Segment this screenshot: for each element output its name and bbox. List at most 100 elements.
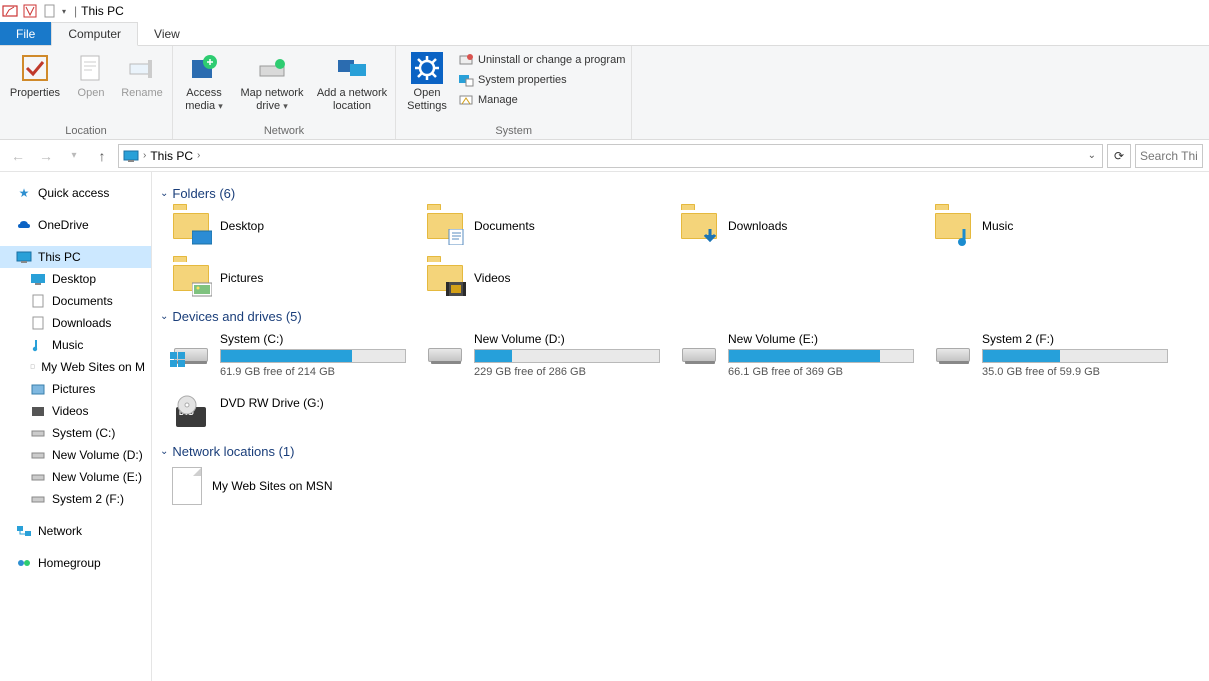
folder-icon xyxy=(426,261,464,295)
ribbon-group-location: Properties Open Rename Location xyxy=(0,46,173,139)
sidebar-item-onedrive[interactable]: OneDrive xyxy=(0,214,151,236)
add-location-button[interactable]: Add a network location xyxy=(315,48,389,113)
sidebar-item[interactable]: Documents xyxy=(0,290,151,312)
media-icon xyxy=(188,52,220,84)
folder-item[interactable]: Videos xyxy=(426,261,676,295)
map-drive-button[interactable]: Map network drive ▾ xyxy=(235,48,309,113)
cloud-icon xyxy=(16,217,32,233)
nav-up-button[interactable]: ↑ xyxy=(90,144,114,168)
search-input[interactable]: Search Thi xyxy=(1135,144,1203,168)
sidebar: ★Quick access OneDrive This PC Desktop Do… xyxy=(0,172,152,681)
system-links: Uninstall or change a program System pro… xyxy=(458,48,625,108)
uninstall-label: Uninstall or change a program xyxy=(478,54,625,66)
qat-doc-icon[interactable] xyxy=(42,3,58,19)
ribbon-group-system: Open Settings Uninstall or change a prog… xyxy=(396,46,632,139)
tab-view[interactable]: View xyxy=(138,22,196,45)
sidebar-item-homegroup[interactable]: Homegroup xyxy=(0,552,151,574)
manage-label: Manage xyxy=(478,94,518,106)
drive-name: System 2 (F:) xyxy=(982,332,1172,346)
sidebar-item[interactable]: Pictures xyxy=(0,378,151,400)
sidebar-item-this-pc[interactable]: This PC xyxy=(0,246,151,268)
document-icon xyxy=(172,467,202,505)
access-media-button[interactable]: Access media ▾ xyxy=(179,48,229,113)
sidebar-item[interactable]: New Volume (E:) xyxy=(0,466,151,488)
section-drives-header[interactable]: ⌄Devices and drives (5) xyxy=(160,309,1201,324)
sidebar-label: Network xyxy=(38,524,82,538)
network-icon xyxy=(16,523,32,539)
drive-usage-bar xyxy=(220,349,406,363)
system-properties-link[interactable]: System properties xyxy=(458,72,625,88)
sidebar-item-network[interactable]: Network xyxy=(0,520,151,542)
item-icon xyxy=(30,469,46,485)
section-folders-header[interactable]: ⌄Folders (6) xyxy=(160,186,1201,201)
add-location-icon xyxy=(336,52,368,84)
network-location-item[interactable]: My Web Sites on MSN xyxy=(172,467,332,505)
breadcrumb[interactable]: This PC xyxy=(150,149,193,163)
app-icon xyxy=(2,3,18,19)
drive-item[interactable]: System (C:)61.9 GB free of 214 GB xyxy=(172,332,422,378)
refresh-button[interactable]: ⟳ xyxy=(1107,144,1131,168)
chevron-right-icon[interactable]: › xyxy=(197,150,200,161)
drive-name: System (C:) xyxy=(220,332,410,346)
network-location-label: My Web Sites on MSN xyxy=(212,479,332,493)
drive-item[interactable]: New Volume (E:)66.1 GB free of 369 GB xyxy=(680,332,930,378)
drive-free-text: 66.1 GB free of 369 GB xyxy=(728,366,918,378)
drive-item[interactable]: New Volume (D:)229 GB free of 286 GB xyxy=(426,332,676,378)
chevron-down-icon: ⌄ xyxy=(160,446,168,457)
sidebar-label: New Volume (D:) xyxy=(52,448,143,462)
sidebar-item[interactable]: My Web Sites on M xyxy=(0,356,151,378)
address-row: ← → ▾ ↑ › This PC › ⌄ ⟳ Search Thi xyxy=(0,140,1209,172)
drive-usage-bar xyxy=(728,349,914,363)
sidebar-item[interactable]: System (C:) xyxy=(0,422,151,444)
sidebar-item[interactable]: Downloads xyxy=(0,312,151,334)
folder-item[interactable]: Music xyxy=(934,209,1184,243)
ribbon-group-location-label: Location xyxy=(6,123,166,139)
sidebar-label: Pictures xyxy=(52,382,95,396)
search-placeholder: Search Thi xyxy=(1140,149,1198,163)
settings-gear-icon xyxy=(411,52,443,84)
sidebar-item[interactable]: Music xyxy=(0,334,151,356)
sidebar-item[interactable]: New Volume (D:) xyxy=(0,444,151,466)
ribbon-group-system-label: System xyxy=(402,123,625,139)
folder-label: Music xyxy=(982,219,1013,233)
nav-recent-button[interactable]: ▾ xyxy=(62,144,86,168)
folder-icon xyxy=(934,209,972,243)
sidebar-label: This PC xyxy=(38,250,81,264)
folder-item[interactable]: Desktop xyxy=(172,209,422,243)
qat-down-icon[interactable] xyxy=(22,3,38,19)
qat-dropdown-icon[interactable]: ▾ xyxy=(62,7,66,16)
open-settings-button[interactable]: Open Settings xyxy=(402,48,452,113)
window-title: This PC xyxy=(81,4,124,18)
sidebar-label: Desktop xyxy=(52,272,96,286)
nav-back-button: ← xyxy=(6,144,30,168)
ribbon: Properties Open Rename Location Access m… xyxy=(0,46,1209,140)
ribbon-group-network: Access media ▾ Map network drive ▾ Add a… xyxy=(173,46,396,139)
sidebar-label: Quick access xyxy=(38,186,109,200)
manage-link[interactable]: Manage xyxy=(458,92,625,108)
folder-icon xyxy=(680,209,718,243)
drive-item[interactable]: DVD RW Drive (G:) xyxy=(172,396,422,430)
folder-icon xyxy=(426,209,464,243)
address-dropdown-icon[interactable]: ⌄ xyxy=(1088,150,1098,161)
sidebar-item[interactable]: System 2 (F:) xyxy=(0,488,151,510)
sidebar-item[interactable]: Videos xyxy=(0,400,151,422)
folder-item[interactable]: Documents xyxy=(426,209,676,243)
tab-computer[interactable]: Computer xyxy=(51,22,138,46)
properties-label: Properties xyxy=(10,87,60,100)
chevron-right-icon[interactable]: › xyxy=(143,150,146,161)
properties-button[interactable]: Properties xyxy=(6,48,64,100)
menu-tabs: File Computer View xyxy=(0,22,1209,46)
sidebar-label: Downloads xyxy=(52,316,111,330)
checkmark-icon xyxy=(19,52,51,84)
sidebar-label: System 2 (F:) xyxy=(52,492,124,506)
sidebar-item-quick-access[interactable]: ★Quick access xyxy=(0,182,151,204)
folder-item[interactable]: Downloads xyxy=(680,209,930,243)
uninstall-link[interactable]: Uninstall or change a program xyxy=(458,52,625,68)
system-properties-label: System properties xyxy=(478,74,567,86)
address-bar[interactable]: › This PC › ⌄ xyxy=(118,144,1103,168)
tab-file[interactable]: File xyxy=(0,22,51,45)
section-network-header[interactable]: ⌄Network locations (1) xyxy=(160,444,1201,459)
sidebar-item[interactable]: Desktop xyxy=(0,268,151,290)
drive-item[interactable]: System 2 (F:)35.0 GB free of 59.9 GB xyxy=(934,332,1184,378)
folder-item[interactable]: Pictures xyxy=(172,261,422,295)
